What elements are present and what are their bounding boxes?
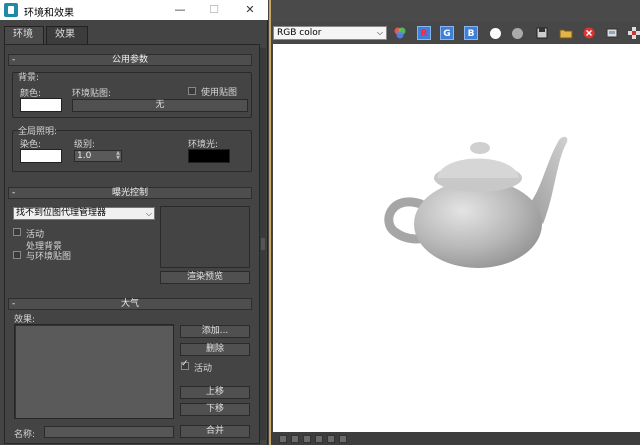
use-map-checkbox[interactable] (188, 87, 196, 95)
render-viewport[interactable] (273, 44, 640, 432)
background-color-swatch[interactable] (20, 98, 62, 112)
delete-effect-button[interactable]: 删除 (180, 343, 250, 356)
status-toggle-icon[interactable] (339, 435, 347, 443)
red-channel-button[interactable]: R (417, 26, 431, 40)
collapse-icon[interactable]: - (12, 188, 15, 198)
close-icon[interactable]: ✕ (240, 2, 260, 18)
level-spinner[interactable]: 1.0 ▲ ▼ (74, 150, 122, 162)
clear-icon[interactable] (582, 26, 596, 40)
alpha-white-icon[interactable] (490, 28, 501, 39)
rollout-common-header[interactable]: - 公用参数 (8, 54, 252, 66)
exposure-active-checkbox[interactable] (13, 228, 21, 236)
level-value: 1.0 (77, 151, 92, 161)
ambient-color-swatch[interactable] (188, 149, 230, 163)
rollout-exposure-title: 曝光控制 (111, 188, 148, 198)
dialog-app-icon (4, 3, 18, 17)
monochrome-icon[interactable] (512, 28, 523, 39)
pan-icon[interactable] (627, 26, 640, 40)
status-toggle-icon[interactable] (315, 435, 323, 443)
dialog-titlebar[interactable]: 环境和效果 — ☐ ✕ (0, 0, 268, 20)
green-channel-button[interactable]: G (440, 26, 454, 40)
move-down-button[interactable]: 下移 (180, 403, 250, 416)
rollout-common-title: 公用参数 (111, 55, 148, 65)
frame-statusbar (271, 432, 640, 445)
status-toggle-icon[interactable] (291, 435, 299, 443)
env-map-button[interactable]: 无 (72, 99, 248, 112)
blue-channel-button[interactable]: B (464, 26, 478, 40)
rollout-atmosphere-header[interactable]: - 大气 (8, 298, 252, 310)
status-toggle-icon[interactable] (279, 435, 287, 443)
atmosphere-active-checkbox[interactable] (181, 359, 189, 370)
background-group-label: 背景: (18, 73, 40, 83)
maximize-icon[interactable]: ☐ (204, 2, 224, 18)
color-swatch-icon[interactable] (393, 26, 407, 40)
print-icon[interactable] (605, 26, 619, 40)
channel-dropdown[interactable]: RGB color ⌵ (273, 26, 387, 40)
status-toggle-icon[interactable] (327, 435, 335, 443)
channel-value: RGB color (277, 28, 322, 38)
exposure-type-value: 找不到位图代理管理器 (16, 208, 107, 218)
merge-button[interactable]: 合并 (180, 425, 250, 438)
env-map-label: 环境贴图: (72, 89, 112, 99)
move-up-button[interactable]: 上移 (180, 386, 250, 399)
collapse-icon[interactable]: - (12, 299, 15, 309)
scrollbar-thumb[interactable] (261, 238, 265, 250)
tab-effects[interactable]: 效果 (46, 26, 88, 44)
save-icon[interactable] (535, 26, 549, 40)
frame-window-topbar (271, 0, 640, 22)
process-bg-checkbox[interactable] (13, 251, 21, 259)
exposure-preview (160, 206, 250, 268)
process-bg-label: 处理背景 与环境贴图 (26, 242, 72, 262)
frame-toolbar: RGB color ⌵ R G B (271, 22, 640, 44)
spinner-arrows-icon[interactable]: ▲ ▼ (116, 151, 120, 161)
environment-effects-dialog: 环境和效果 — ☐ ✕ 环境 效果 - 公用参数 背景: 颜色: 环境贴图: 使… (0, 0, 268, 445)
name-label: 名称: (14, 430, 36, 440)
rollout-atmosphere-title: 大气 (120, 299, 139, 309)
effects-list[interactable] (14, 324, 174, 419)
add-effect-button[interactable]: 添加... (180, 325, 250, 338)
panel-scrollbar[interactable] (260, 48, 266, 440)
rendered-frame-window: RGB color ⌵ R G B (269, 0, 640, 445)
exposure-active-label: 活动 (26, 230, 45, 240)
global-lighting-label: 全局照明: (18, 127, 58, 137)
atmosphere-active-label: 活动 (194, 364, 213, 374)
chevron-down-icon: ⌵ (145, 209, 152, 218)
tint-color-swatch[interactable] (20, 149, 62, 163)
exposure-type-dropdown[interactable]: 找不到位图代理管理器 ⌵ (13, 207, 155, 220)
status-toggle-icon[interactable] (303, 435, 311, 443)
level-label: 级别: (74, 140, 96, 150)
render-preview-button[interactable]: 渲染预览 (160, 271, 250, 284)
collapse-icon[interactable]: - (12, 55, 15, 65)
open-folder-icon[interactable] (559, 26, 573, 40)
chevron-down-icon: ⌵ (376, 28, 383, 37)
minimize-icon[interactable]: — (170, 2, 190, 18)
tab-environment[interactable]: 环境 (4, 26, 44, 44)
effect-name-field[interactable] (44, 426, 174, 438)
dialog-title: 环境和效果 (24, 8, 74, 19)
use-map-label: 使用贴图 (201, 88, 238, 98)
teapot-render (384, 136, 568, 268)
rollout-exposure-header[interactable]: - 曝光控制 (8, 187, 252, 199)
